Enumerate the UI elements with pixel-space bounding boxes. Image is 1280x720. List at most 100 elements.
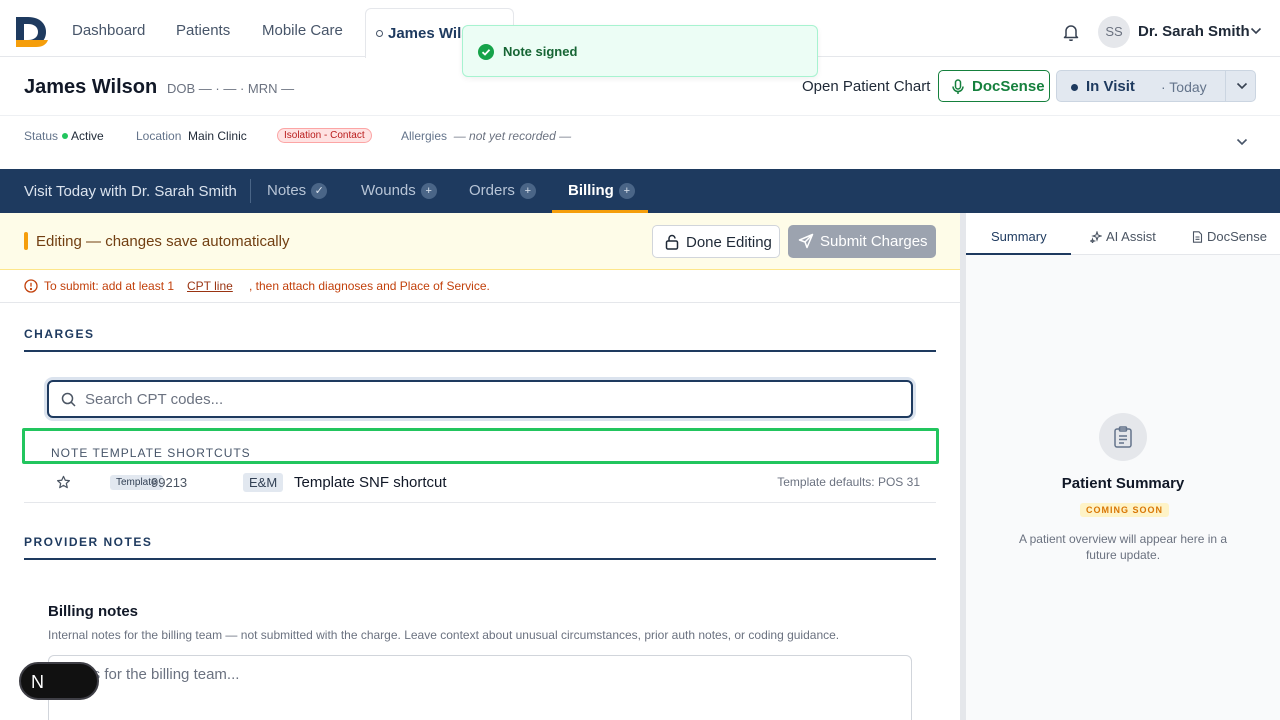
charges-section-title: CHARGES bbox=[24, 327, 95, 341]
nav-link-patients[interactable]: Patients bbox=[176, 22, 230, 39]
category-badge: E&M bbox=[243, 473, 284, 492]
done-editing-label: Done Editing bbox=[686, 234, 772, 251]
nav-link-dashboard[interactable]: Dashboard bbox=[72, 22, 145, 39]
location-field: Location Main Clinic bbox=[136, 129, 247, 143]
submit-charges-label: Submit Charges bbox=[820, 233, 928, 250]
active-tab-indicator bbox=[966, 253, 1071, 255]
warning-text-prefix: To submit: add at least 1 bbox=[44, 279, 175, 293]
status-label: Status bbox=[24, 129, 59, 143]
tab-notes-label: Notes bbox=[267, 182, 307, 199]
tab-orders-label: Orders bbox=[469, 182, 515, 199]
cpt-description: Template SNF shortcut bbox=[294, 474, 447, 491]
visit-button-divider bbox=[1225, 71, 1226, 101]
editing-accent bbox=[24, 232, 28, 250]
toast-notification: Note signed bbox=[462, 25, 818, 77]
submit-requirements-warning: To submit: add at least 1 CPT line , the… bbox=[0, 270, 960, 303]
chevron-down-icon[interactable] bbox=[1250, 27, 1262, 35]
plus-icon: + bbox=[618, 183, 635, 199]
tab-docsense-label: DocSense bbox=[1207, 229, 1267, 244]
cpt-line-link[interactable]: CPT line bbox=[187, 279, 233, 293]
visit-status-button[interactable]: In Visit · Today bbox=[1056, 70, 1256, 102]
side-panel-tabs: Summary AI Assist DocSense bbox=[966, 213, 1280, 255]
tab-billing[interactable]: Billing + bbox=[568, 182, 635, 199]
check-circle-icon bbox=[478, 44, 494, 60]
search-icon bbox=[61, 392, 76, 407]
visit-status-icon bbox=[1071, 84, 1078, 91]
allergies-label: Allergies bbox=[401, 129, 448, 143]
visit-bar-divider bbox=[250, 179, 251, 203]
visit-status-label: In Visit bbox=[1086, 78, 1135, 95]
patient-name: James Wilson bbox=[24, 76, 158, 98]
editing-banner: Editing — changes save automatically Don… bbox=[0, 213, 960, 270]
patient-meta: DOB — · — · MRN — bbox=[167, 81, 295, 96]
tab-wounds[interactable]: Wounds + bbox=[361, 182, 437, 199]
status-value: Active bbox=[71, 129, 104, 143]
plus-icon: + bbox=[519, 183, 536, 199]
chevron-down-icon[interactable] bbox=[1236, 82, 1248, 90]
provider-notes-divider bbox=[24, 558, 936, 560]
document-icon bbox=[1192, 231, 1203, 243]
patient-status-row: Status Active Location Main Clinic Isolat… bbox=[0, 115, 1280, 169]
open-patient-chart-link[interactable]: Open Patient Chart bbox=[802, 78, 930, 95]
tab-ai-assist-label: AI Assist bbox=[1106, 229, 1156, 244]
note-template-shortcuts-header: NOTE TEMPLATE SHORTCUTS bbox=[22, 428, 939, 464]
unlock-icon bbox=[665, 234, 679, 250]
tab-docsense[interactable]: DocSense bbox=[1192, 229, 1267, 244]
alert-circle-icon bbox=[24, 279, 38, 293]
editing-message: Editing — changes save automatically bbox=[36, 233, 290, 250]
patient-summary-title: Patient Summary bbox=[1061, 475, 1185, 492]
billing-notes-title: Billing notes bbox=[48, 603, 138, 620]
plus-icon: + bbox=[420, 183, 437, 199]
done-editing-button[interactable]: Done Editing bbox=[652, 225, 780, 258]
visit-tab-bar: Visit Today with Dr. Sarah Smith Notes ✓ … bbox=[0, 169, 1280, 213]
location-label: Location bbox=[136, 129, 182, 143]
floating-action-button[interactable]: N bbox=[19, 662, 99, 700]
tab-status-icon bbox=[376, 30, 383, 37]
bell-icon[interactable] bbox=[1063, 23, 1079, 41]
docsense-button-label: DocSense bbox=[972, 78, 1045, 95]
tab-ai-assist[interactable]: AI Assist bbox=[1090, 229, 1156, 244]
location-value: Main Clinic bbox=[188, 129, 247, 143]
submit-charges-button[interactable]: Submit Charges bbox=[788, 225, 936, 258]
warning-text-suffix: , then attach diagnoses and Place of Ser… bbox=[249, 279, 490, 293]
visit-title: Visit Today with Dr. Sarah Smith bbox=[24, 183, 237, 200]
coming-soon-badge: COMING SOON bbox=[1080, 503, 1170, 517]
app-logo[interactable] bbox=[14, 14, 50, 50]
charges-divider bbox=[24, 350, 936, 352]
avatar[interactable]: SS bbox=[1098, 16, 1130, 48]
patient-summary-description: A patient overview will appear here in a… bbox=[1018, 532, 1228, 562]
right-side-panel: Summary AI Assist DocSense Patient Summa… bbox=[966, 213, 1280, 720]
nav-link-mobile-care[interactable]: Mobile Care bbox=[262, 22, 343, 39]
docsense-button[interactable]: DocSense bbox=[938, 70, 1050, 102]
provider-notes-section-title: PROVIDER NOTES bbox=[24, 535, 153, 549]
tab-billing-label: Billing bbox=[568, 182, 614, 199]
billing-notes-field[interactable] bbox=[48, 655, 912, 720]
isolation-badge: Isolation - Contact bbox=[277, 128, 372, 143]
tab-wounds-label: Wounds bbox=[361, 182, 416, 199]
tab-summary[interactable]: Summary bbox=[991, 229, 1047, 244]
sparkles-icon bbox=[1090, 231, 1102, 243]
visit-status-sub: · Today bbox=[1161, 79, 1207, 95]
cpt-code: 99213 bbox=[151, 475, 188, 490]
allergies-value: — not yet recorded — bbox=[453, 129, 572, 143]
user-name[interactable]: Dr. Sarah Smith bbox=[1138, 23, 1250, 40]
chevron-down-icon[interactable] bbox=[1236, 138, 1248, 146]
billing-notes-description: Internal notes for the billing team — no… bbox=[48, 628, 840, 642]
list-item[interactable]: Template 99213 E&M Template SNF shortcut… bbox=[24, 466, 936, 503]
fab-letter: N bbox=[31, 672, 44, 692]
star-icon[interactable] bbox=[56, 475, 71, 490]
template-defaults: Template defaults: POS 31 bbox=[777, 475, 920, 489]
shortcuts-title: NOTE TEMPLATE SHORTCUTS bbox=[51, 446, 251, 460]
search-input[interactable] bbox=[85, 389, 895, 409]
allergies-field: Allergies — not yet recorded — bbox=[401, 129, 571, 143]
tab-orders[interactable]: Orders + bbox=[469, 182, 536, 199]
status-field: Status Active bbox=[24, 129, 104, 143]
tab-notes[interactable]: Notes ✓ bbox=[267, 182, 328, 199]
microphone-icon bbox=[951, 79, 965, 95]
status-dot-icon bbox=[62, 133, 69, 139]
clipboard-icon bbox=[1099, 413, 1147, 461]
check-icon: ✓ bbox=[311, 183, 328, 199]
cpt-search[interactable] bbox=[47, 380, 913, 418]
send-icon bbox=[798, 233, 814, 249]
toast-message: Note signed bbox=[503, 44, 578, 59]
